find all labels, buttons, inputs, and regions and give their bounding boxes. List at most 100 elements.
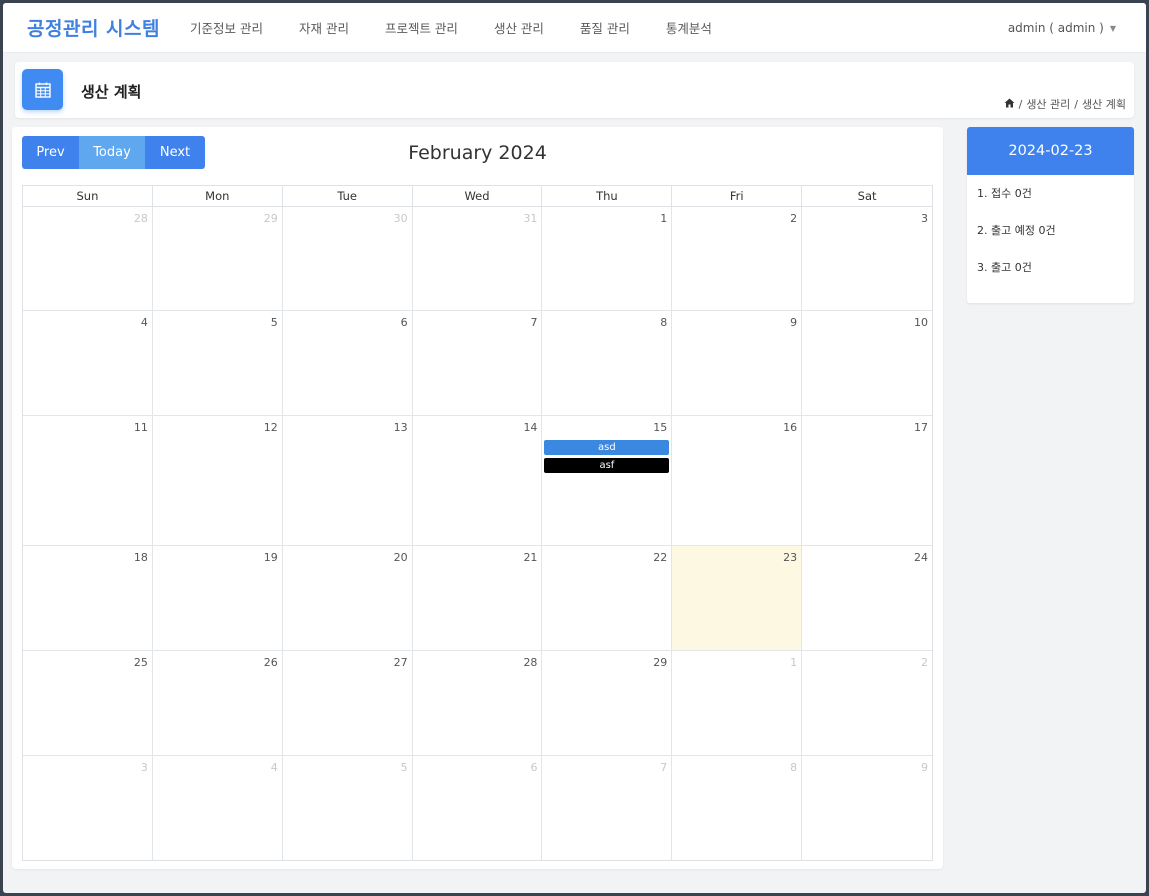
day-number: 2 — [790, 212, 798, 225]
menu-item-statistics[interactable]: 통계분석 — [666, 18, 712, 37]
home-icon[interactable] — [1004, 98, 1015, 111]
calendar-day[interactable]: 12 — [153, 416, 283, 545]
calendar-day[interactable]: 22 — [542, 546, 673, 650]
day-number: 8 — [790, 761, 798, 774]
calendar-day[interactable]: 1 — [542, 207, 673, 310]
day-number: 11 — [133, 421, 148, 434]
calendar-day[interactable]: 8 — [672, 756, 803, 860]
day-number: 17 — [914, 421, 929, 434]
calendar-week: 25 26 27 28 29 1 2 — [23, 651, 932, 756]
breadcrumb-separator: / — [1018, 97, 1023, 111]
calendar-week: 11 12 13 14 15 asd asf 16 17 — [23, 416, 932, 546]
menu-item-master-data[interactable]: 기준정보 관리 — [190, 18, 263, 37]
next-button[interactable]: Next — [145, 136, 205, 169]
prev-button[interactable]: Prev — [22, 136, 79, 169]
day-number: 2 — [921, 656, 929, 669]
calendar-day[interactable]: 26 — [153, 651, 283, 755]
calendar-day[interactable]: 7 — [413, 311, 543, 415]
calendar-day[interactable]: 17 — [802, 416, 932, 545]
calendar-day[interactable]: 31 — [413, 207, 543, 310]
day-number: 9 — [921, 761, 929, 774]
calendar-day[interactable]: 16 — [672, 416, 803, 545]
calendar-day[interactable]: 9 — [672, 311, 803, 415]
today-button[interactable]: Today — [79, 136, 145, 169]
day-number: 3 — [921, 212, 929, 225]
calendar-day[interactable]: 5 — [283, 756, 413, 860]
calendar-day-today[interactable]: 23 — [672, 546, 803, 650]
calendar-day[interactable]: 29 — [542, 651, 673, 755]
calendar-day[interactable]: 9 — [802, 756, 932, 860]
day-number: 27 — [393, 656, 408, 669]
menu-item-production[interactable]: 생산 관리 — [494, 18, 544, 37]
breadcrumb-separator: / — [1074, 97, 1079, 111]
summary-item-shipped: 3. 출고 0건 — [977, 261, 1032, 274]
calendar-day[interactable]: 13 — [283, 416, 413, 545]
breadcrumb: / 생산 관리 / 생산 계획 — [1004, 96, 1126, 112]
calendar-day[interactable]: 18 — [23, 546, 153, 650]
calendar-day[interactable]: 1 — [672, 651, 803, 755]
menu-item-projects[interactable]: 프로젝트 관리 — [385, 18, 458, 37]
calendar-day[interactable]: 29 — [153, 207, 283, 310]
day-number: 9 — [790, 316, 798, 329]
calendar-grid: Sun Mon Tue Wed Thu Fri Sat 28 29 30 31 1 2 3 4 5 6 7 8 9 1… — [22, 185, 933, 861]
calendar-day[interactable]: 11 — [23, 416, 153, 545]
calendar-day[interactable]: 4 — [23, 311, 153, 415]
calendar-day[interactable]: 2 — [802, 651, 932, 755]
day-number: 7 — [530, 316, 538, 329]
day-number: 24 — [914, 551, 929, 564]
calendar-day[interactable]: 19 — [153, 546, 283, 650]
calendar-day[interactable]: 3 — [802, 207, 932, 310]
calendar-day[interactable]: 24 — [802, 546, 932, 650]
day-number: 19 — [263, 551, 278, 564]
calendar-day[interactable]: 27 — [283, 651, 413, 755]
app-frame: 공정관리 시스템 기준정보 관리 자재 관리 프로젝트 관리 생산 관리 품질 … — [3, 3, 1146, 893]
calendar-event[interactable]: asd — [544, 440, 670, 455]
calendar-day[interactable]: 25 — [23, 651, 153, 755]
brand-logo[interactable]: 공정관리 시스템 — [27, 14, 160, 41]
day-number: 20 — [393, 551, 408, 564]
caret-down-icon: ▼ — [1109, 23, 1116, 33]
breadcrumb-item-production[interactable]: 생산 관리 — [1026, 96, 1070, 112]
calendar-day[interactable]: 7 — [542, 756, 673, 860]
calendar-day[interactable]: 6 — [413, 756, 543, 860]
calendar-day[interactable]: 8 — [542, 311, 673, 415]
calendar-nav-buttons: Prev Today Next — [22, 136, 205, 169]
calendar-day[interactable]: 4 — [153, 756, 283, 860]
calendar-day[interactable]: 2 — [672, 207, 803, 310]
day-number: 13 — [393, 421, 408, 434]
weekday-tue: Tue — [283, 186, 413, 206]
top-navbar: 공정관리 시스템 기준정보 관리 자재 관리 프로젝트 관리 생산 관리 품질 … — [3, 3, 1146, 53]
menu-item-materials[interactable]: 자재 관리 — [299, 18, 349, 37]
calendar-day[interactable]: 3 — [23, 756, 153, 860]
calendar-day[interactable]: 10 — [802, 311, 932, 415]
page-header: 생산 계획 / 생산 관리 / 생산 계획 — [15, 62, 1134, 118]
summary-item-received: 1. 접수 0건 — [977, 187, 1032, 200]
calendar-day[interactable]: 20 — [283, 546, 413, 650]
menu-item-quality[interactable]: 품질 관리 — [580, 18, 630, 37]
calendar-day[interactable]: 28 — [23, 207, 153, 310]
calendar-day[interactable]: 28 — [413, 651, 543, 755]
day-number: 1 — [790, 656, 798, 669]
day-number: 14 — [523, 421, 538, 434]
day-number: 1 — [660, 212, 668, 225]
calendar-day[interactable]: 14 — [413, 416, 543, 545]
user-menu[interactable]: admin ( admin ) ▼ — [1008, 21, 1116, 35]
day-number: 3 — [140, 761, 148, 774]
weekday-sun: Sun — [23, 186, 153, 206]
calendar-day[interactable]: 5 — [153, 311, 283, 415]
weekday-wed: Wed — [413, 186, 543, 206]
day-number: 28 — [133, 212, 148, 225]
calendar-event[interactable]: asf — [544, 458, 670, 473]
calendar-day[interactable]: 6 — [283, 311, 413, 415]
day-number: 12 — [263, 421, 278, 434]
calendar-day[interactable]: 15 asd asf — [542, 416, 673, 545]
day-number: 28 — [523, 656, 538, 669]
calendar-weeks: 28 29 30 31 1 2 3 4 5 6 7 8 9 10 11 12 13 14 15 asd asf 16 17 1… — [23, 207, 932, 860]
breadcrumb-item-current: 생산 계획 — [1082, 98, 1126, 111]
weekday-thu: Thu — [542, 186, 673, 206]
day-number: 29 — [653, 656, 668, 669]
calendar-day[interactable]: 30 — [283, 207, 413, 310]
day-number: 7 — [660, 761, 668, 774]
calendar-week: 18 19 20 21 22 23 24 — [23, 546, 932, 651]
calendar-day[interactable]: 21 — [413, 546, 543, 650]
